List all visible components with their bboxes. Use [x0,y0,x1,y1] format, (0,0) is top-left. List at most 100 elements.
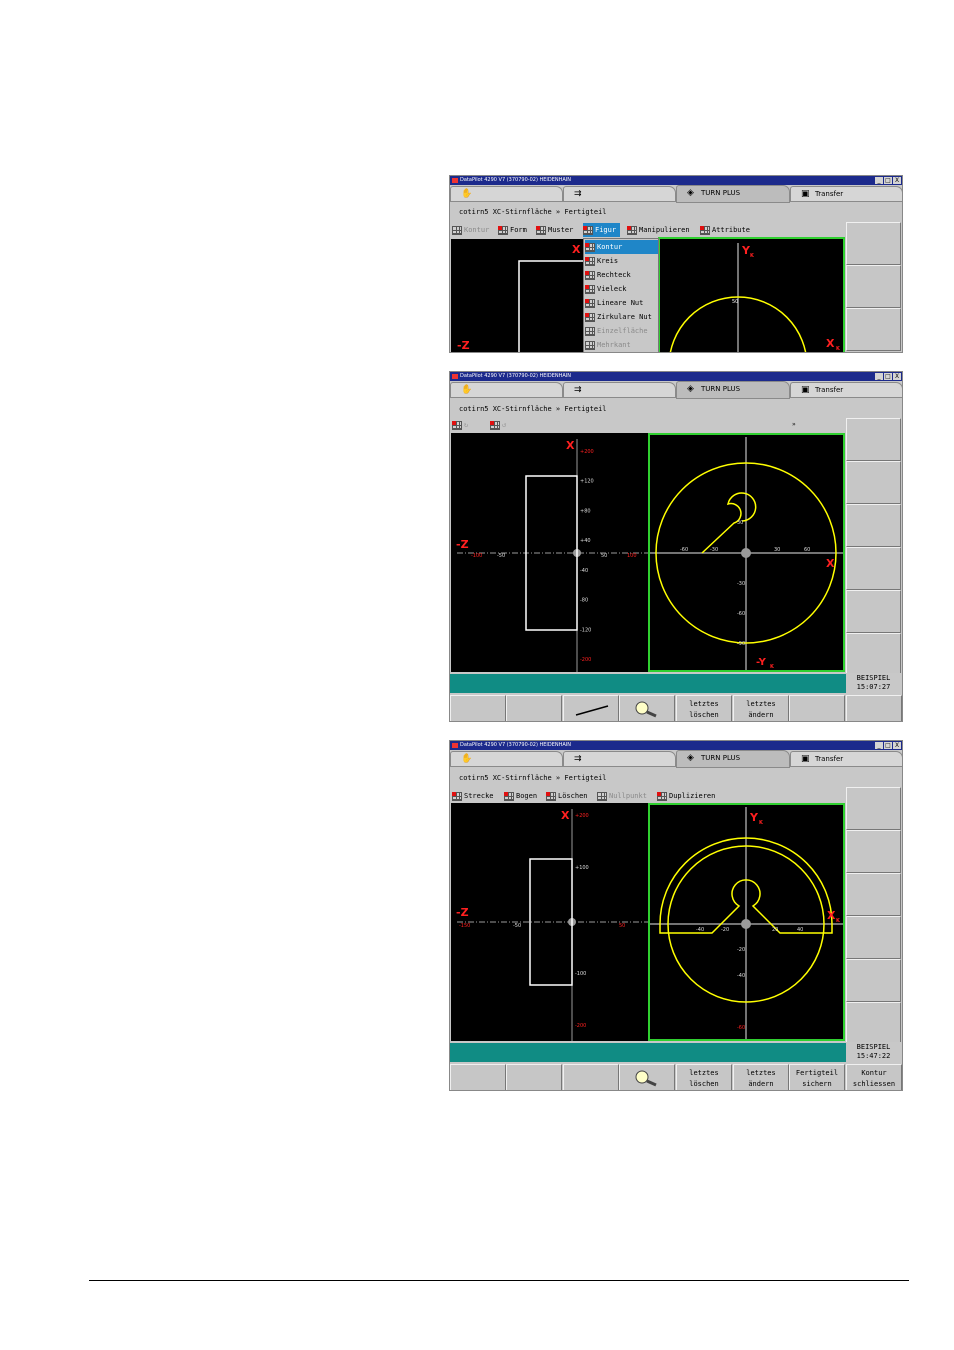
softkey-fertigteil-sichern[interactable]: Fertigteil sichern [789,1064,845,1090]
side-softkey-4[interactable] [846,547,901,590]
side-softkey-5[interactable] [846,590,901,633]
menu-attribute[interactable]: Attribute [700,223,750,237]
tab-label: TURN PLUS [701,385,741,393]
minimize-button[interactable]: _ [875,742,883,749]
tab-manual[interactable]: ✋ [450,186,563,202]
side-softkey-3[interactable] [846,504,901,547]
side-softkey-1[interactable] [846,787,901,830]
softkey-letztes-loeschen[interactable]: letztes löschen [676,695,732,721]
softkey-line[interactable] [563,695,619,721]
tick-label: -30 [737,581,745,587]
softkey-3[interactable] [563,1064,619,1090]
tab-turn-plus[interactable]: ◈ TURN PLUS [676,750,790,768]
menu-figur[interactable]: Figur [583,223,621,237]
close-button[interactable]: X [893,373,901,380]
side-softkey-3[interactable] [846,873,901,916]
softkey-8[interactable] [846,695,902,721]
tick-label: 30 [774,547,780,553]
dropdown-item-einzelflaeche[interactable]: Einzelfläche [585,324,658,338]
side-softkey-6[interactable] [846,633,901,676]
menu-nullpunkt[interactable]: Nullpunkt [597,789,647,803]
xz-drawing: X -Z +200 +120 +80 +40 -40 -80 -120 -200 -100 -50… [456,439,648,672]
tab-manual[interactable]: ✋ [450,751,563,767]
tick-label: -50 [513,923,521,929]
tab-label: TURN PLUS [701,754,741,762]
side-softkey-1[interactable] [846,222,901,265]
softkey-letztes-aendern[interactable]: letztes ändern [733,695,789,721]
softkey-2[interactable] [506,695,562,721]
softkey-2[interactable] [506,1064,562,1090]
tab-program[interactable]: ⇉ [563,186,676,202]
softkey-zoom[interactable] [619,1064,675,1090]
tab-transfer[interactable]: ▣ Transfer [790,186,902,202]
side-softkey-6[interactable] [846,1002,901,1045]
grid-icon [490,420,500,430]
side-softkey-3[interactable] [846,308,901,351]
tab-program[interactable]: ⇉ [563,382,676,398]
softkey-bar: letztes löschen letztes ändern Fertigtei… [450,1064,902,1090]
softkey-letztes-loeschen[interactable]: letztes löschen [676,1064,732,1090]
dropdown-item-kontur[interactable]: Kontur [585,240,658,254]
side-softkey-2[interactable] [846,265,901,308]
softkey-letztes-aendern[interactable]: letztes ändern [733,1064,789,1090]
grid-icon [585,312,595,322]
tick-label: -60 [737,611,745,617]
tab-program[interactable]: ⇉ [563,751,676,767]
grid-tool-button[interactable]: ↻ [452,418,468,432]
softkey-kontur-schliessen[interactable]: Kontur schliessen [846,1064,902,1090]
breadcrumb: cotirn5 XC-Stirnfläche » Fertigteil [459,208,607,216]
dropdown-item-mehrkant[interactable]: Mehrkant [585,338,658,352]
side-softkey-2[interactable] [846,830,901,873]
tab-transfer[interactable]: ▣ Transfer [790,382,902,398]
minimize-button[interactable]: _ [875,373,883,380]
tick-label: -90 [737,641,745,647]
softkey-7[interactable] [789,695,845,721]
app-icon [452,743,458,748]
tab-manual[interactable]: ✋ [450,382,563,398]
side-softkey-4[interactable] [846,916,901,959]
menu-manipulieren[interactable]: Manipulieren [627,223,690,237]
menu-bogen[interactable]: Bogen [504,789,537,803]
tick-label: 100 [627,553,637,559]
menu-strecke[interactable]: Strecke [452,789,494,803]
menu-label: Strecke [464,792,494,800]
softkey-zoom[interactable] [619,695,675,721]
side-softkey-5[interactable] [846,959,901,1002]
window-title: DataPilot 4290 V7 (370790-02) HEIDENHAIN [460,177,572,183]
menu-form[interactable]: Form [498,223,527,237]
grid-undo-button[interactable]: ↺ [490,418,506,432]
menu-duplizieren[interactable]: Duplizieren [657,789,715,803]
menu-muster[interactable]: Muster [536,223,573,237]
grid-icon [585,270,595,280]
maximize-button[interactable]: □ [884,177,892,184]
dropdown-item-rechteck[interactable]: Rechteck [585,268,658,282]
tick-label: -30 [710,547,718,553]
xz-view: X -Z +200 +100 -100 -200 -150 -50 50 [451,803,648,1041]
maximize-button[interactable]: □ [884,373,892,380]
dropdown-item-vieleck[interactable]: Vieleck [585,282,658,296]
grid-icon [583,225,593,235]
dropdown-item-zirkulare-nut[interactable]: Zirkulare Nut [585,310,658,324]
tab-turn-plus[interactable]: ◈ TURN PLUS [676,185,790,203]
tick-label: +100 [575,865,589,871]
menu-bar: Kontur Form Muster Figur Manipulieren At… [450,223,847,237]
tab-transfer[interactable]: ▣ Transfer [790,751,902,767]
x-axis-label: X [561,809,570,822]
minimize-button[interactable]: _ [875,177,883,184]
side-softkey-2[interactable] [846,461,901,504]
close-button[interactable]: X [893,742,901,749]
menu-label: Manipulieren [639,226,690,234]
window-title: DataPilot 4290 V7 (370790-02) HEIDENHAIN [460,742,572,748]
maximize-button[interactable]: □ [884,742,892,749]
dropdown-item-kreis[interactable]: Kreis [585,254,658,268]
origin-point [741,919,751,929]
tab-turn-plus[interactable]: ◈ TURN PLUS [676,381,790,399]
close-button[interactable]: X [893,177,901,184]
tick-label: -60 [680,547,688,553]
softkey-1[interactable] [450,1064,506,1090]
menu-kontur[interactable]: Kontur [452,223,489,237]
softkey-1[interactable] [450,695,506,721]
side-softkey-1[interactable] [846,418,901,461]
menu-loeschen[interactable]: Löschen [546,789,588,803]
dropdown-item-lineare-nut[interactable]: Lineare Nut [585,296,658,310]
